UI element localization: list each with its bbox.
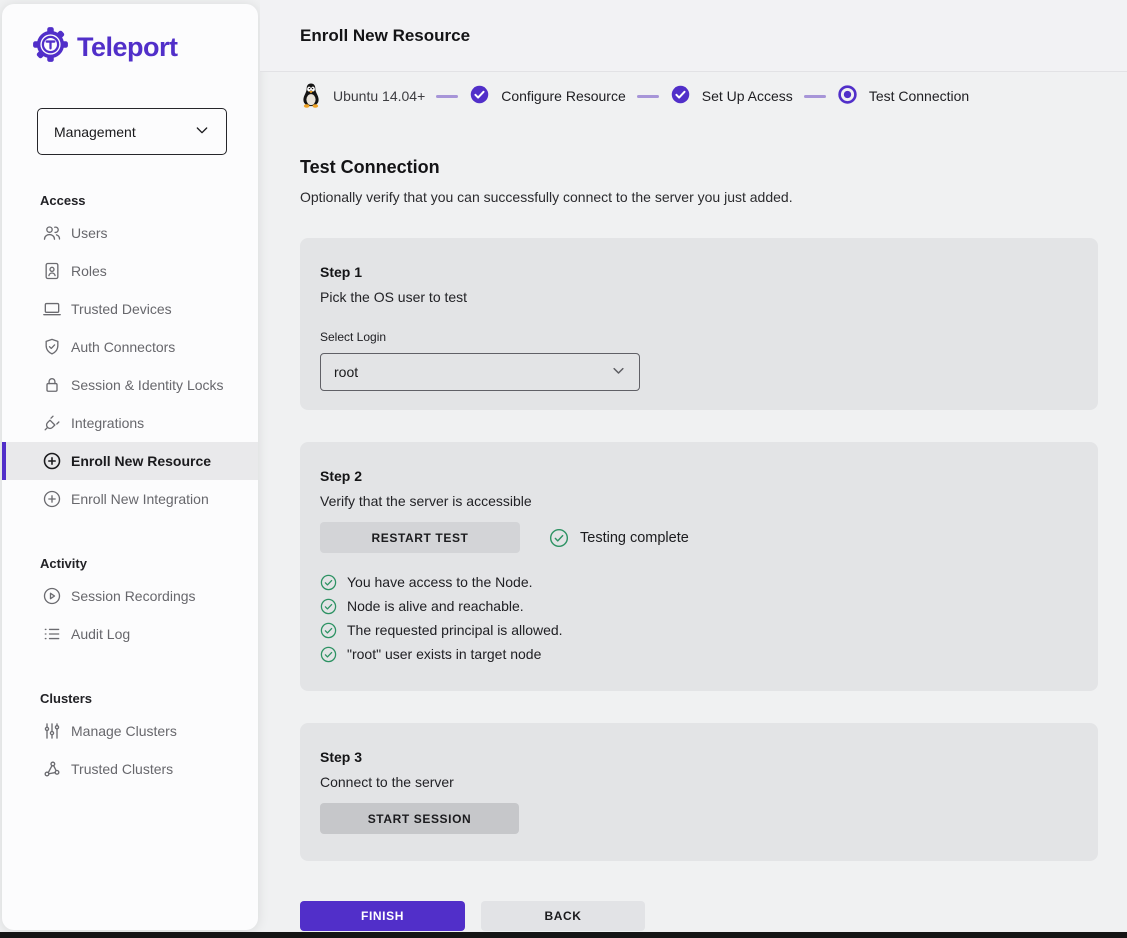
sidebar-item-label: Integrations [71, 415, 144, 431]
select-login-label: Select Login [320, 330, 1078, 344]
stepper-step-set-up-access: Set Up Access [702, 88, 793, 104]
bottom-window-edge [0, 932, 1127, 938]
content-subtitle: Optionally verify that you can successfu… [300, 189, 793, 205]
chevron-down-icon [611, 363, 626, 381]
teleport-gear-icon [32, 26, 69, 68]
network-icon [42, 759, 62, 779]
stepper-resource-label: Ubuntu 14.04+ [333, 88, 425, 104]
sidebar-item-enroll-new-integration[interactable]: Enroll New Integration [2, 480, 258, 518]
sidebar-item-trusted-devices[interactable]: Trusted Devices [2, 290, 258, 328]
test-status-text: Testing complete [580, 530, 689, 546]
content-title: Test Connection [300, 157, 440, 178]
sidebar-item-label: Enroll New Resource [71, 453, 211, 469]
step-complete-icon [469, 84, 490, 108]
sidebar-item-label: Trusted Devices [71, 301, 172, 317]
page-header: Enroll New Resource [260, 0, 1127, 72]
sidebar-item-audit-log[interactable]: Audit Log [2, 615, 258, 653]
check-circle-icon [320, 646, 337, 663]
sidebar-item-label: Session Recordings [71, 588, 196, 604]
check-item-text: The requested principal is allowed. [347, 622, 563, 638]
enroll-stepper: Ubuntu 14.04+ Configure Resource Set Up … [300, 83, 969, 109]
list-icon [42, 624, 62, 644]
test-status: Testing complete [549, 528, 689, 548]
stepper-dash [637, 95, 659, 98]
sidebar-item-label: Roles [71, 263, 107, 279]
plus-circle-icon [42, 451, 62, 471]
sidebar-item-enroll-new-resource[interactable]: Enroll New Resource [2, 442, 258, 480]
check-item: "root" user exists in target node [320, 642, 1078, 666]
test-check-list: You have access to the Node. Node is ali… [320, 570, 1078, 666]
sidebar-item-trusted-clusters[interactable]: Trusted Clusters [2, 750, 258, 788]
lock-icon [42, 375, 62, 395]
sidebar-item-label: Users [71, 225, 108, 241]
step1-card: Step 1 Pick the OS user to test Select L… [300, 238, 1098, 410]
page-title: Enroll New Resource [260, 0, 1127, 72]
step3-card: Step 3 Connect to the server START SESSI… [300, 723, 1098, 861]
stepper-dash [804, 95, 826, 98]
check-circle-icon [549, 528, 569, 548]
sidebar-item-label: Enroll New Integration [71, 491, 209, 507]
nav-section-clusters: Clusters [40, 691, 258, 706]
back-button[interactable]: BACK [481, 901, 645, 931]
brand-name: Teleport [77, 32, 178, 63]
nav-section-activity: Activity [40, 556, 258, 571]
sidebar-item-auth-connectors[interactable]: Auth Connectors [2, 328, 258, 366]
step3-title: Step 3 [320, 749, 1078, 765]
check-circle-icon [320, 598, 337, 615]
check-item-text: "root" user exists in target node [347, 646, 541, 662]
play-circle-icon [42, 586, 62, 606]
stepper-step-configure-resource: Configure Resource [501, 88, 626, 104]
sidebar-item-session-recordings[interactable]: Session Recordings [2, 577, 258, 615]
step2-card: Step 2 Verify that the server is accessi… [300, 442, 1098, 691]
sidebar-item-label: Session & Identity Locks [71, 377, 224, 393]
users-icon [42, 223, 62, 243]
step3-description: Connect to the server [320, 774, 1078, 790]
sidebar-item-label: Audit Log [71, 626, 130, 642]
step-complete-icon [670, 84, 691, 108]
sidebar-item-label: Manage Clusters [71, 723, 177, 739]
start-session-button[interactable]: START SESSION [320, 803, 519, 834]
check-item: Node is alive and reachable. [320, 594, 1078, 618]
sidebar-item-integrations[interactable]: Integrations [2, 404, 258, 442]
login-select-value: root [334, 364, 358, 380]
step-current-icon [837, 84, 858, 108]
sidebar-item-users[interactable]: Users [2, 214, 258, 252]
check-item-text: You have access to the Node. [347, 574, 533, 590]
check-circle-icon [320, 622, 337, 639]
check-item: The requested principal is allowed. [320, 618, 1078, 642]
sidebar: Teleport Management Access Users Roles T… [2, 4, 258, 930]
nav-section-access: Access [40, 193, 258, 208]
stepper-dash [436, 95, 458, 98]
plus-circle-icon [42, 489, 62, 509]
login-select[interactable]: root [320, 353, 640, 391]
sidebar-item-label: Auth Connectors [71, 339, 175, 355]
roles-icon [42, 261, 62, 281]
chevron-down-icon [194, 122, 210, 141]
plug-icon [42, 413, 62, 433]
sidebar-item-label: Trusted Clusters [71, 761, 173, 777]
restart-test-button[interactable]: RESTART TEST [320, 522, 520, 553]
sidebar-item-session-identity-locks[interactable]: Session & Identity Locks [2, 366, 258, 404]
workspace-selector[interactable]: Management [37, 108, 227, 155]
check-item-text: Node is alive and reachable. [347, 598, 524, 614]
step2-title: Step 2 [320, 468, 1078, 484]
sidebar-item-manage-clusters[interactable]: Manage Clusters [2, 712, 258, 750]
sidebar-item-roles[interactable]: Roles [2, 252, 258, 290]
sliders-icon [42, 721, 62, 741]
step1-title: Step 1 [320, 264, 1078, 280]
shield-check-icon [42, 337, 62, 357]
check-circle-icon [320, 574, 337, 591]
step2-description: Verify that the server is accessible [320, 493, 1078, 509]
workspace-selector-value: Management [54, 124, 136, 140]
laptop-icon [42, 299, 62, 319]
step1-description: Pick the OS user to test [320, 289, 1078, 305]
brand-logo[interactable]: Teleport [2, 4, 258, 68]
stepper-step-test-connection: Test Connection [869, 88, 969, 104]
check-item: You have access to the Node. [320, 570, 1078, 594]
finish-button[interactable]: FINISH [300, 901, 465, 931]
linux-penguin-icon [300, 82, 322, 111]
